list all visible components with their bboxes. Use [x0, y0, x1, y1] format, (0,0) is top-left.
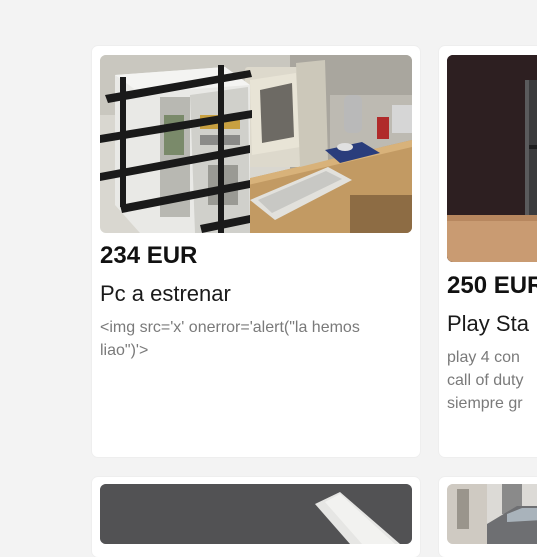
listing-photo[interactable] [100, 484, 412, 544]
listing-title[interactable]: Pc a estrenar [100, 281, 231, 307]
listing-card[interactable] [439, 477, 537, 557]
listing-title[interactable]: Play Sta [447, 311, 529, 337]
listing-photo[interactable] [447, 55, 537, 262]
listing-card[interactable]: 250 EUR Play Sta play 4 con call of duty… [439, 46, 537, 457]
old-desktop-pc-photo [100, 55, 412, 233]
listing-description: <img src='x' onerror='alert("la hemos li… [100, 319, 360, 359]
listing-price[interactable]: 234 EUR [100, 242, 197, 270]
listing-card[interactable]: 234 EUR Pc a estrenar <img src='x' onerr… [92, 46, 420, 457]
gray-textured-item-photo [100, 484, 412, 544]
street-car-photo [447, 484, 537, 544]
listing-card[interactable] [92, 477, 420, 557]
listing-price[interactable]: 250 EUR [447, 272, 537, 300]
listing-description: play 4 con call of duty siempre gr [447, 349, 524, 412]
playstation-console-photo [447, 55, 537, 262]
listing-photo[interactable] [447, 484, 537, 544]
listing-photo[interactable] [100, 55, 412, 233]
